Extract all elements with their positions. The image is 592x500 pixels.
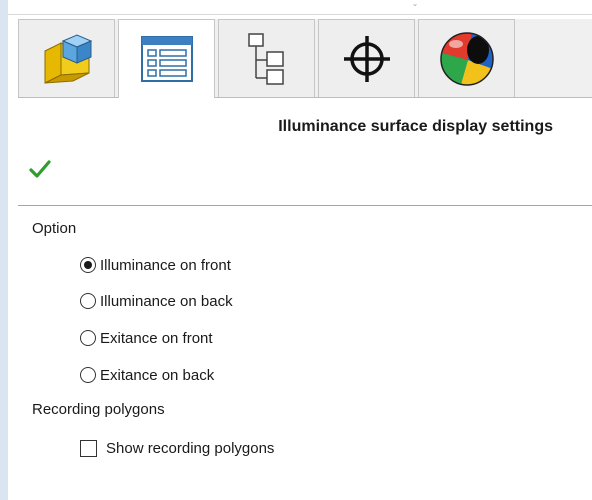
radio-illuminance-back[interactable]: Illuminance on back (80, 290, 233, 312)
property-list-icon (140, 36, 193, 82)
checkbox-box[interactable] (80, 439, 97, 457)
tab-crosshair[interactable] (318, 19, 415, 97)
recording-section-label: Recording polygons (32, 401, 165, 418)
left-edge-strip (0, 0, 8, 500)
radio-exitance-front[interactable]: Exitance on front (80, 327, 213, 349)
ok-checkmark-icon[interactable] (28, 158, 52, 180)
radio-button[interactable] (80, 330, 96, 346)
tab-property-manager[interactable] (118, 19, 215, 98)
appearance-sphere-icon (439, 31, 494, 86)
tree-icon (247, 32, 284, 85)
radio-label: Illuminance on front (100, 256, 231, 274)
radio-exitance-back[interactable]: Exitance on back (80, 364, 214, 386)
tab-part[interactable] (18, 19, 115, 97)
tab-appearance[interactable] (418, 19, 515, 97)
checkbox-label: Show recording polygons (106, 439, 275, 457)
tab-tree[interactable] (218, 19, 315, 97)
crosshair-icon (343, 35, 390, 82)
radio-label: Exitance on front (100, 329, 213, 347)
option-section-label: Option (32, 220, 77, 237)
radio-button[interactable] (80, 367, 96, 383)
collapse-grip-icon[interactable]: ⌄ (411, 0, 419, 8)
top-bar: ⌄ (8, 0, 592, 15)
radio-illuminance-front[interactable]: Illuminance on front (80, 254, 231, 276)
separator (18, 205, 592, 206)
part-icon (44, 33, 92, 84)
radio-button[interactable] (80, 293, 96, 309)
radio-button-checked[interactable] (80, 257, 96, 273)
tab-strip (18, 19, 592, 98)
panel-title: Illuminance surface display settings (278, 118, 553, 135)
show-recording-polygons-checkbox[interactable]: Show recording polygons (80, 437, 274, 459)
radio-label: Exitance on back (100, 366, 215, 384)
radio-label: Illuminance on back (100, 292, 233, 310)
